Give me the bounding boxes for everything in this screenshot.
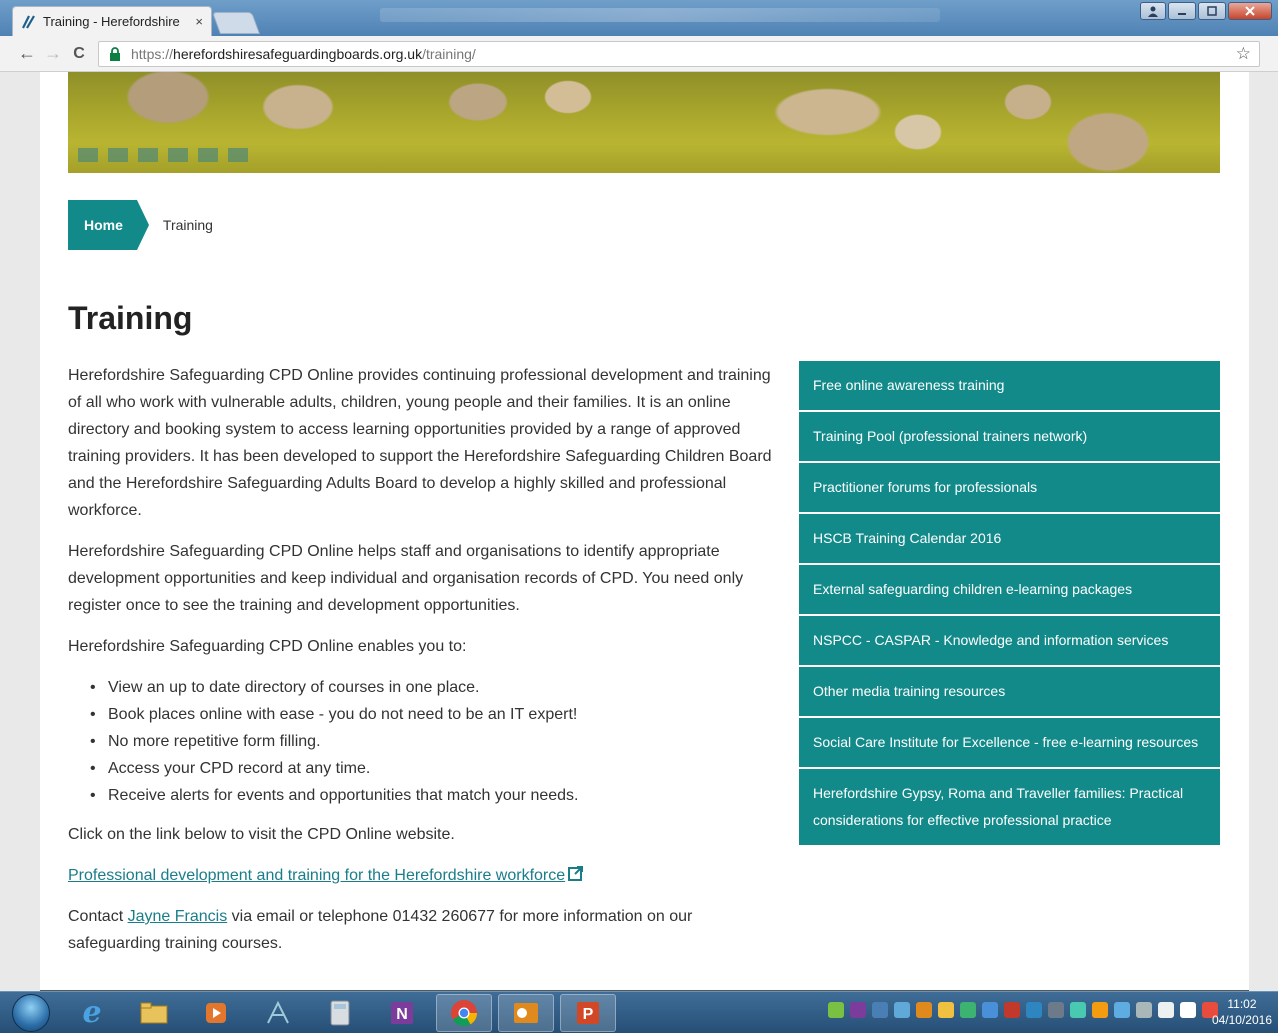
lock-icon [110, 47, 120, 61]
tray-bluetooth-icon[interactable] [982, 1002, 998, 1018]
clock-time: 11:02 [1227, 997, 1257, 1011]
bookmark-star-icon[interactable]: ☆ [1236, 44, 1251, 64]
snipping-tool-icon[interactable] [250, 994, 306, 1032]
outlook-icon[interactable] [498, 993, 554, 1032]
media-player-icon[interactable] [188, 994, 244, 1032]
new-tab-button[interactable] [211, 12, 261, 34]
calculator-icon[interactable] [312, 994, 368, 1032]
tray-signal-icon[interactable] [1180, 1002, 1196, 1018]
enables-paragraph: Herefordshire Safeguarding CPD Online en… [68, 638, 467, 655]
sidebar-item-scie-elearning[interactable]: Social Care Institute for Excellence - f… [799, 718, 1220, 769]
system-tray [828, 1002, 1218, 1018]
window-title-blurred [380, 8, 940, 22]
tray-flag-icon[interactable] [1092, 1002, 1108, 1018]
taskbar-clock[interactable]: 11:02 04/10/2016 [1212, 996, 1272, 1028]
tray-sync-icon[interactable] [894, 1002, 910, 1018]
sidebar-item-gypsy-roma-traveller[interactable]: Herefordshire Gypsy, Roma and Traveller … [799, 769, 1220, 847]
clock-date: 04/10/2016 [1211, 1013, 1272, 1027]
tray-printer-icon[interactable] [1048, 1002, 1064, 1018]
breadcrumb-current: Training [162, 217, 213, 233]
windows-taskbar: e N P 11:02 04/10/2016 [0, 991, 1278, 1033]
tray-onenote-icon[interactable] [850, 1002, 866, 1018]
intro-paragraph: Herefordshire Safeguarding CPD Online pr… [68, 367, 772, 519]
training-sidebar: Free online awareness training Training … [799, 361, 1220, 847]
window-controls [1140, 2, 1272, 20]
breadcrumb-home-link[interactable]: Home [68, 200, 149, 250]
sidebar-item-other-media[interactable]: Other media training resources [799, 667, 1220, 718]
page-viewport[interactable]: Home Training Training Herefordshire Saf… [0, 72, 1278, 991]
sidebar-item-free-online-training[interactable]: Free online awareness training [799, 361, 1220, 412]
back-button[interactable]: ← [14, 43, 40, 64]
reload-button[interactable]: C [66, 45, 92, 63]
onenote-icon[interactable]: N [374, 994, 430, 1032]
header-banner-image [68, 72, 1220, 173]
list-item: No more repetitive form filling. [90, 728, 778, 755]
tray-monitor-icon[interactable] [1114, 1002, 1130, 1018]
main-content: Herefordshire Safeguarding CPD Online pr… [68, 362, 778, 971]
site-favicon-icon [21, 14, 37, 30]
list-item: View an up to date directory of courses … [90, 674, 778, 701]
minimize-button[interactable] [1168, 2, 1196, 20]
benefits-list: View an up to date directory of courses … [90, 674, 778, 809]
file-explorer-icon[interactable] [126, 994, 182, 1032]
tray-app-icon[interactable] [872, 1002, 888, 1018]
browser-toolbar: ← → C https:// herefordshiresafeguarding… [0, 36, 1278, 72]
internet-explorer-icon[interactable]: e [64, 994, 120, 1032]
url-scheme: https:// [131, 46, 174, 62]
list-item: Book places online with ease - you do no… [90, 701, 778, 728]
sidebar-item-training-pool[interactable]: Training Pool (professional trainers net… [799, 412, 1220, 463]
cpd-paragraph: Herefordshire Safeguarding CPD Online he… [68, 543, 744, 614]
close-window-button[interactable] [1228, 2, 1272, 20]
browser-tab[interactable]: Training - Herefordshire × [12, 6, 212, 36]
chrome-icon[interactable] [436, 993, 492, 1032]
powerpoint-icon[interactable]: P [560, 993, 616, 1032]
contact-prefix: Contact [68, 908, 128, 925]
maximize-button[interactable] [1198, 2, 1226, 20]
tray-power-icon[interactable] [1158, 1002, 1174, 1018]
click-link-paragraph: Click on the link below to visit the CPD… [68, 826, 455, 843]
sidebar-item-external-elearning[interactable]: External safeguarding children e-learnin… [799, 565, 1220, 616]
breadcrumb: Home Training [68, 200, 213, 250]
page-title: Training [68, 300, 193, 336]
banner-decoration [78, 148, 248, 162]
tray-display-icon[interactable] [1070, 1002, 1086, 1018]
forward-button[interactable]: → [40, 43, 66, 64]
address-bar[interactable]: https:// herefordshiresafeguardingboards… [98, 41, 1260, 67]
list-item: Access your CPD record at any time. [90, 755, 778, 782]
sidebar-item-nspcc-caspar[interactable]: NSPCC - CASPAR - Knowledge and informati… [799, 616, 1220, 667]
url-host: herefordshiresafeguardingboards.org.uk [173, 46, 423, 62]
svg-text:P: P [583, 1006, 594, 1023]
user-profile-icon[interactable] [1140, 2, 1166, 20]
external-link-icon [568, 866, 584, 881]
tray-network-icon[interactable] [828, 1002, 844, 1018]
cpd-online-link[interactable]: Professional development and training fo… [68, 867, 565, 884]
list-item: Receive alerts for events and opportunit… [90, 782, 778, 809]
tray-update-icon[interactable] [960, 1002, 976, 1018]
contact-paragraph: Contact Jayne Francis via email or telep… [68, 903, 778, 957]
tray-dropbox-icon[interactable] [1026, 1002, 1042, 1018]
tray-outlook-icon[interactable] [916, 1002, 932, 1018]
browser-titlebar: Training - Herefordshire × [0, 0, 1278, 36]
tray-security-icon[interactable] [938, 1002, 954, 1018]
sidebar-item-training-calendar[interactable]: HSCB Training Calendar 2016 [799, 514, 1220, 565]
page-container: Home Training Training Herefordshire Saf… [40, 72, 1249, 991]
svg-text:N: N [396, 1006, 408, 1023]
contact-name-link[interactable]: Jayne Francis [128, 908, 228, 925]
tab-close-icon[interactable]: × [195, 14, 203, 29]
sidebar-item-practitioner-forums[interactable]: Practitioner forums for professionals [799, 463, 1220, 514]
tab-title: Training - Herefordshire [43, 14, 180, 29]
start-button[interactable] [12, 993, 50, 1032]
cpd-link-paragraph: Professional development and training fo… [68, 862, 778, 889]
tray-antivirus-icon[interactable] [1004, 1002, 1020, 1018]
url-path: /training/ [422, 46, 476, 62]
tray-device-icon[interactable] [1136, 1002, 1152, 1018]
